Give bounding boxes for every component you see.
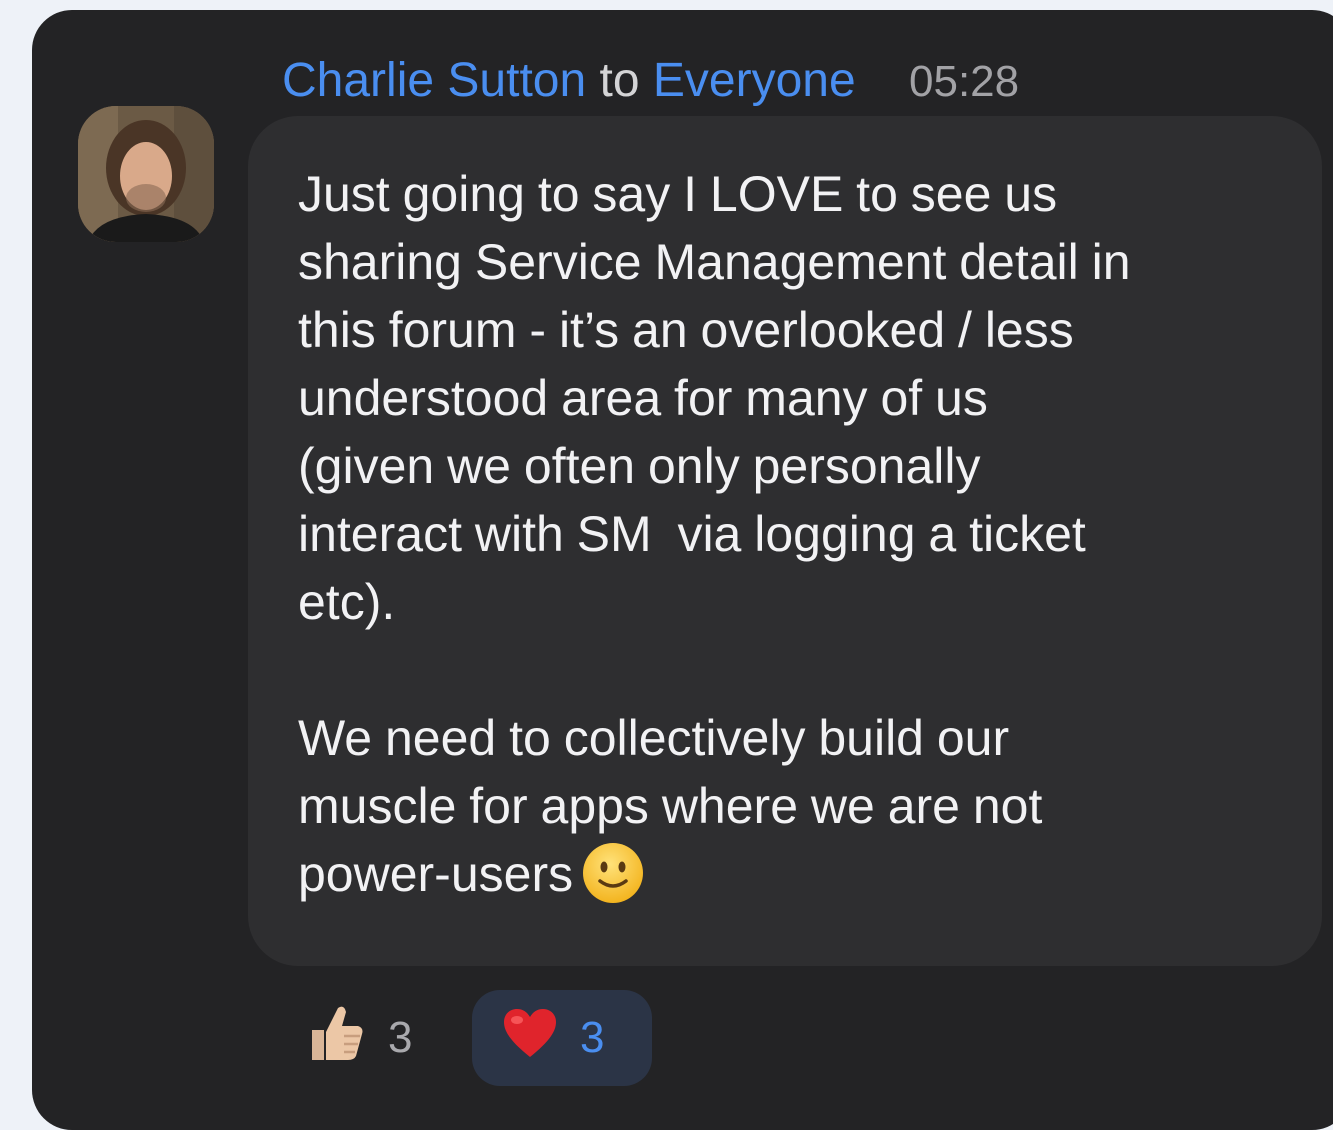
message-header: Charlie Sutton to Everyone 05:28 [282, 52, 1019, 111]
to-label: to [599, 54, 640, 107]
recipient-name[interactable]: Everyone [653, 54, 856, 107]
heart-count: 3 [580, 1013, 605, 1062]
reaction-heart[interactable]: 3 [472, 990, 652, 1086]
message-time: 05:28 [909, 57, 1020, 106]
slightly-smiling-face-icon [581, 841, 645, 922]
message-body: Just going to say I LOVE to see us shari… [298, 160, 1298, 922]
thumbs-up-count: 3 [388, 1013, 413, 1062]
user-photo-icon [78, 106, 214, 242]
sender-name[interactable]: Charlie Sutton [282, 54, 586, 107]
red-heart-icon [502, 1007, 558, 1070]
message-paragraph-2: We need to collectively build our muscle… [298, 710, 1043, 902]
message-paragraph-1: Just going to say I LOVE to see us shari… [298, 166, 1131, 630]
avatar[interactable] [78, 106, 214, 242]
thumbs-up-icon [306, 1002, 366, 1075]
reaction-thumbs-up[interactable]: 3 [290, 990, 456, 1086]
